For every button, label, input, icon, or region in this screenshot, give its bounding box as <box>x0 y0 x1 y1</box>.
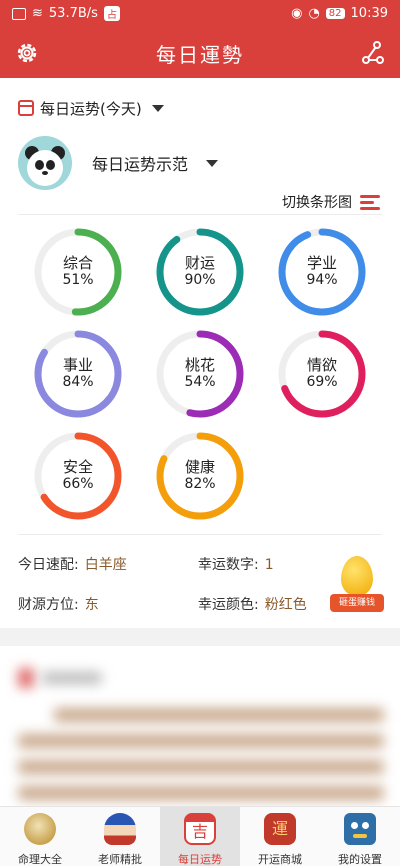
tab-teacher[interactable]: 老师精批 <box>80 807 160 866</box>
fortune-label: 桃花 <box>184 356 215 374</box>
date-selector-label: 每日运势(今天) <box>40 99 142 118</box>
switch-bar-chart-button[interactable]: 切换条形图 <box>282 192 380 212</box>
lucky-color-label: 幸运颜色: <box>198 597 259 613</box>
tab-my-settings[interactable]: 我的设置 <box>320 807 400 866</box>
fortune-ring: 学业 94% <box>276 226 368 318</box>
date-selector[interactable]: 每日运势(今天) <box>18 96 164 120</box>
profile-selector[interactable]: 每日运势示范 <box>18 136 219 190</box>
section-separator <box>0 628 400 646</box>
golden-egg-button[interactable]: 砸蛋赚钱 <box>330 556 384 614</box>
lucky-number-value: 1 <box>264 557 274 573</box>
teacher-icon <box>104 813 136 845</box>
tab-destiny[interactable]: 命理大全 <box>0 807 80 866</box>
fortune-percent: 94% <box>306 272 338 288</box>
fortune-percent: 69% <box>306 374 338 390</box>
blurred-heading <box>42 672 102 684</box>
blurred-line <box>18 760 384 774</box>
divider <box>18 214 382 215</box>
status-right: ◉ ◔ 82 10:39 <box>291 6 388 21</box>
chevron-down-icon <box>206 159 219 167</box>
fortune-percent: 51% <box>62 272 94 288</box>
fortune-label: 健康 <box>184 458 215 476</box>
robot-icon <box>344 813 376 845</box>
share-icon[interactable] <box>360 40 386 66</box>
tab-shop[interactable]: 運 开运商城 <box>240 807 320 866</box>
fortune-percent: 90% <box>184 272 216 288</box>
battery-level: 82 <box>325 8 345 19</box>
calendar-icon <box>18 100 34 116</box>
status-bar: ≋ 53.7B/s 占 ◉ ◔ 82 10:39 <box>0 0 400 28</box>
fortune-label: 综合 <box>62 254 93 272</box>
fortune-ring: 事业 84% <box>32 328 124 420</box>
eye-icon: ◉ <box>291 6 303 21</box>
fortune-percent: 66% <box>62 476 94 492</box>
blurred-line <box>54 708 384 722</box>
chevron-down-icon <box>151 104 164 112</box>
clock: 10:39 <box>350 6 388 21</box>
blurred-content-card <box>0 646 400 806</box>
fortune-ring: 综合 51% <box>32 226 124 318</box>
app-bar: 每日運勢 <box>0 28 400 78</box>
tab-label: 我的设置 <box>338 853 382 866</box>
wealth-direction-value: 东 <box>84 597 99 613</box>
blurred-icon <box>18 668 34 688</box>
switch-bar-chart-label: 切换条形图 <box>282 195 352 211</box>
fortune-label: 事业 <box>62 356 93 374</box>
status-left: ≋ 53.7B/s 占 <box>12 6 120 21</box>
golden-egg-icon <box>341 556 373 596</box>
blurred-line <box>18 734 384 748</box>
fortune-percent: 54% <box>184 374 216 390</box>
lucky-number-row: 幸运数字: 1 <box>198 554 274 574</box>
match-value: 白羊座 <box>84 557 127 573</box>
fortune-label: 情欲 <box>306 356 337 374</box>
fortune-percent: 84% <box>62 374 94 390</box>
panda-eye-left <box>35 160 44 170</box>
panda-face <box>27 150 63 186</box>
wealth-direction-label: 财源方位: <box>18 597 79 613</box>
bottom-tab-bar: 命理大全 老师精批 吉 每日运势 運 开运商城 我的设置 <box>0 806 400 866</box>
fortune-ring: 安全 66% <box>32 430 124 522</box>
fortune-label: 财运 <box>184 254 215 272</box>
match-row: 今日速配: 白羊座 <box>18 554 127 574</box>
fortune-percent: 82% <box>184 476 216 492</box>
app-notification-badge: 占 <box>103 6 120 21</box>
page-title: 每日運勢 <box>156 43 244 67</box>
fortune-ring: 财运 90% <box>154 226 246 318</box>
wealth-direction-row: 财源方位: 东 <box>18 594 99 614</box>
bars-icon <box>360 194 380 210</box>
avatar <box>18 136 72 190</box>
calendar-ji-icon: 吉 <box>184 813 216 845</box>
panda-eye-right <box>46 160 55 170</box>
fortune-ring: 情欲 69% <box>276 328 368 420</box>
fortune-label: 学业 <box>306 254 337 272</box>
divider <box>18 534 382 535</box>
sim-icon <box>12 7 26 20</box>
fortune-ring: 桃花 54% <box>154 328 246 420</box>
match-label: 今日速配: <box>18 557 79 573</box>
fortune-ring: 健康 82% <box>154 430 246 522</box>
shop-icon: 運 <box>264 813 296 845</box>
lucky-number-label: 幸运数字: <box>198 557 259 573</box>
golden-egg-label: 砸蛋赚钱 <box>330 594 384 612</box>
tab-label: 老师精批 <box>98 853 142 866</box>
tab-label: 开运商城 <box>258 853 302 866</box>
tab-daily-fortune[interactable]: 吉 每日运势 <box>160 807 240 866</box>
tab-label: 每日运势 <box>178 853 222 866</box>
tab-label: 命理大全 <box>18 853 62 866</box>
profile-name: 每日运势示范 <box>92 155 189 174</box>
panda-nose <box>42 171 48 175</box>
network-speed: 53.7B/s <box>48 6 98 21</box>
wifi-icon: ≋ <box>32 6 43 21</box>
blurred-line <box>18 786 384 800</box>
bagua-icon <box>24 813 56 845</box>
lucky-color-row: 幸运颜色: 粉红色 <box>198 594 307 614</box>
speed-icon: ◔ <box>308 6 320 21</box>
fortune-label: 安全 <box>62 458 93 476</box>
lucky-color-value: 粉红色 <box>264 597 307 613</box>
